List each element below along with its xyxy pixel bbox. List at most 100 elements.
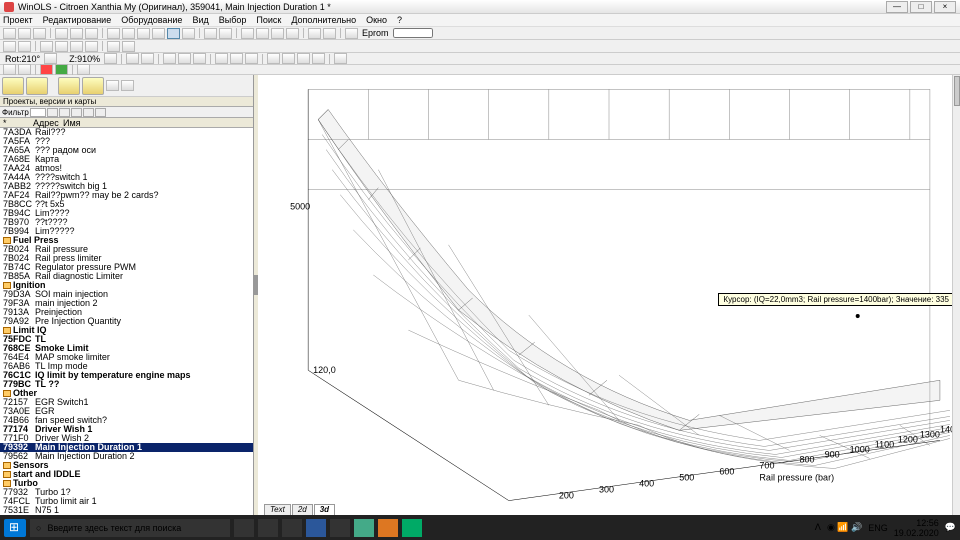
tree-item[interactable]: 76AB6TL Imp mode xyxy=(0,362,253,371)
tree-item[interactable]: 77174Driver Wish 1 xyxy=(0,425,253,434)
eprom-field[interactable] xyxy=(393,28,433,38)
sb-x2[interactable] xyxy=(121,80,134,91)
t3-h[interactable] xyxy=(245,53,258,64)
tab-2d[interactable]: 2d xyxy=(292,504,313,515)
t3-j[interactable] xyxy=(282,53,295,64)
tool-copy[interactable] xyxy=(70,28,83,39)
tree-item[interactable]: 7B94CLim???? xyxy=(0,209,253,218)
zoom-down[interactable] xyxy=(104,53,117,64)
tree-item[interactable]: 7A3DARail??? xyxy=(0,128,253,137)
tool-save[interactable] xyxy=(33,28,46,39)
task-explorer[interactable] xyxy=(258,519,278,537)
filter-b1[interactable] xyxy=(47,108,58,117)
tool-cut[interactable] xyxy=(55,28,68,39)
tree-item[interactable]: 74FCLTurbo limit air 1 xyxy=(0,497,253,506)
col-name[interactable]: Имя xyxy=(63,118,250,127)
task-app1[interactable] xyxy=(282,519,302,537)
tree-folder[interactable]: Ignition xyxy=(0,281,253,290)
tool-open[interactable] xyxy=(18,28,31,39)
tree-item[interactable]: 79562Main Injection Duration 2 xyxy=(0,452,253,461)
tree-item[interactable]: 7ABB2?????switch big 1 xyxy=(0,182,253,191)
task-app2[interactable] xyxy=(330,519,350,537)
t3-d[interactable] xyxy=(178,53,191,64)
tree-item[interactable]: 7B994Lim????? xyxy=(0,227,253,236)
tool-b[interactable] xyxy=(219,28,232,39)
t3-c[interactable] xyxy=(163,53,176,64)
taskbar-search[interactable]: ○Введите здесь текст для поиска xyxy=(30,519,230,537)
tree-item[interactable]: 79D3ASOI main injection xyxy=(0,290,253,299)
filter-b3[interactable] xyxy=(71,108,82,117)
tree-folder[interactable]: start and IDDLE xyxy=(0,470,253,479)
col-star[interactable]: * xyxy=(3,118,33,127)
t4-a[interactable] xyxy=(3,64,16,75)
tree-item[interactable]: 779BCTL ?? xyxy=(0,380,253,389)
tool-f[interactable] xyxy=(286,28,299,39)
tree-folder[interactable]: Sensors xyxy=(0,461,253,470)
tab-3d[interactable]: 3d xyxy=(314,504,335,515)
sb-folder1[interactable] xyxy=(2,77,24,95)
rot-down[interactable] xyxy=(44,53,57,64)
tree-item[interactable]: 7A65A??? радом оси xyxy=(0,146,253,155)
menu-window[interactable]: Окно xyxy=(366,15,387,25)
sb-folder4[interactable] xyxy=(82,77,104,95)
col-addr[interactable]: Адрес xyxy=(33,118,63,127)
tool-last[interactable] xyxy=(167,28,180,39)
tree-folder[interactable]: Limit IQ xyxy=(0,326,253,335)
t4-c[interactable] xyxy=(77,64,90,75)
menu-help[interactable]: ? xyxy=(397,15,402,25)
tree-item[interactable]: 7B85ARail diagnostic Limiter xyxy=(0,272,253,281)
tool-prev[interactable] xyxy=(122,28,135,39)
tree-item[interactable]: 7AA24atmos! xyxy=(0,164,253,173)
sb-x1[interactable] xyxy=(106,80,119,91)
task-app4[interactable] xyxy=(378,519,398,537)
menu-select[interactable]: Выбор xyxy=(219,15,247,25)
t3-b[interactable] xyxy=(141,53,154,64)
maximize-button[interactable]: □ xyxy=(910,1,932,13)
t3-i[interactable] xyxy=(267,53,280,64)
tree-item[interactable]: 7B74CRegulator pressure PWM xyxy=(0,263,253,272)
t4-red[interactable] xyxy=(40,64,53,75)
menu-hardware[interactable]: Оборудование xyxy=(121,15,182,25)
t3-e[interactable] xyxy=(193,53,206,64)
tool-h[interactable] xyxy=(323,28,336,39)
tree-item[interactable]: 768CESmoke Limit xyxy=(0,344,253,353)
tool-new[interactable] xyxy=(3,28,16,39)
tool-first[interactable] xyxy=(107,28,120,39)
tree-item[interactable]: 7AF24Rail??pwm?? may be 2 cards? xyxy=(0,191,253,200)
tree-item[interactable]: 7B024Rail pressure xyxy=(0,245,253,254)
tree-item[interactable]: 79392Main Injection Duration 1 xyxy=(0,443,253,452)
tool-c[interactable] xyxy=(241,28,254,39)
tree-item[interactable]: 74B66fan speed switch? xyxy=(0,416,253,425)
task-app3[interactable] xyxy=(354,519,374,537)
menu-edit[interactable]: Редактирование xyxy=(43,15,112,25)
tree-item[interactable]: 79A92Pre Injection Quantity xyxy=(0,317,253,326)
t3-f[interactable] xyxy=(215,53,228,64)
tree-folder[interactable]: Other xyxy=(0,389,253,398)
menu-project[interactable]: Проект xyxy=(3,15,33,25)
systray[interactable]: ᐱ ◉ 📶 🔊 ENG 12:5619.02.2020 💬 xyxy=(815,518,956,538)
tool-i[interactable] xyxy=(345,28,358,39)
tree-folder[interactable]: Fuel Press xyxy=(0,236,253,245)
tool-d[interactable] xyxy=(256,28,269,39)
tool-a[interactable] xyxy=(204,28,217,39)
tree-folder[interactable]: Turbo xyxy=(0,479,253,488)
t3-a[interactable] xyxy=(126,53,139,64)
tree-item[interactable]: 76C1CIQ limit by temperature engine maps xyxy=(0,371,253,380)
t2-d[interactable] xyxy=(55,41,68,52)
3d-viewer[interactable]: 5000 120,0 Rail pressure (bar) 200300400… xyxy=(258,75,960,515)
menu-view[interactable]: Вид xyxy=(192,15,208,25)
tool-play[interactable] xyxy=(137,28,150,39)
filter-b5[interactable] xyxy=(95,108,106,117)
tool-paste[interactable] xyxy=(85,28,98,39)
task-cortana[interactable] xyxy=(234,519,254,537)
t3-m[interactable] xyxy=(334,53,347,64)
t2-h[interactable] xyxy=(122,41,135,52)
tool-stop[interactable] xyxy=(182,28,195,39)
tree-item[interactable]: 7B8CC??t 5x5 xyxy=(0,200,253,209)
t3-g[interactable] xyxy=(230,53,243,64)
tab-text[interactable]: Text xyxy=(264,504,291,515)
t2-a[interactable] xyxy=(3,41,16,52)
tree-item[interactable]: 7A68EКарта xyxy=(0,155,253,164)
menu-search[interactable]: Поиск xyxy=(256,15,281,25)
tree-item[interactable]: 7A5FA??? xyxy=(0,137,253,146)
